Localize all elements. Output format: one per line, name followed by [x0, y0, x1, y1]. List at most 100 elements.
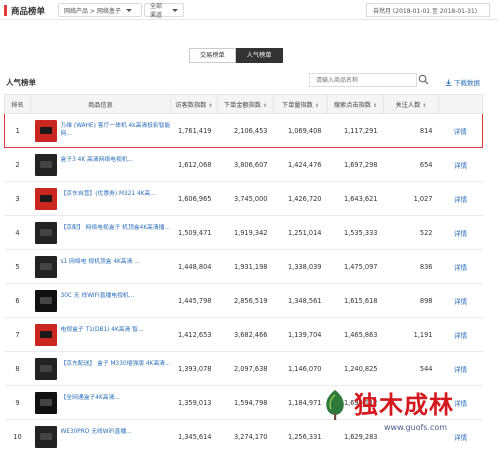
rank-cell: 4 — [4, 215, 31, 250]
product-thumbnail[interactable] — [34, 425, 57, 448]
product-name-link[interactable]: 30C 无 线WIFI直播电视机... — [61, 292, 135, 309]
details-link[interactable]: 详情 — [438, 283, 483, 318]
order-amount-cell: 3,806,607 — [217, 147, 274, 182]
order-count-cell: 1,348,561 — [273, 283, 328, 318]
sort-icon: ⬍ — [314, 102, 320, 109]
visitors-cell: 1,445,798 — [170, 283, 218, 318]
order-count-cell: 1,426,720 — [273, 181, 328, 216]
tree-logo-icon — [326, 390, 344, 420]
product-name-link[interactable]: WE30PRO 无线WiFi直播... — [61, 428, 132, 445]
product-search-input[interactable] — [309, 73, 417, 87]
rank-cell: 9 — [4, 385, 31, 420]
watermark-url: www.guofs.com — [384, 423, 448, 432]
product-cell: 【京配】 网络电视盒子 机顶盒4K高清播... — [30, 215, 171, 250]
column-header-order-amount-label: 下单金额指数 — [223, 101, 261, 109]
product-thumbnail[interactable] — [34, 119, 57, 142]
date-range-picker[interactable]: 自然月 (2018-01-01 至 2018-01-31) — [366, 3, 490, 17]
column-header-order-count[interactable]: 下单量指数 ⬍ — [273, 94, 328, 114]
product-name-link[interactable]: 万维 (WAHE) 客厅一体机 4k高清投影智能网... — [61, 122, 171, 139]
product-name-link[interactable]: 【京配】 网络电视盒子 机顶盒4K高清播... — [61, 224, 170, 241]
details-link[interactable]: 详情 — [438, 147, 483, 182]
table-row: 5 s1 网络电 视机顶盒 4K高清 ... 1,448,804 1,931,1… — [4, 249, 483, 284]
order-count-cell: 1,146,070 — [273, 351, 328, 386]
product-cell: 【全网通盒子4K高清... — [30, 385, 171, 420]
column-header-rank: 排名 — [4, 94, 31, 114]
product-cell: 电视盒子 T1(DB1) 4K高清 智... — [30, 317, 171, 352]
channel-select[interactable]: 全部渠道 — [144, 3, 184, 19]
visitors-cell: 1,761,419 — [170, 113, 218, 148]
sort-icon: ⬍ — [262, 102, 268, 109]
order-count-cell: 1,069,408 — [273, 113, 328, 148]
search-clicks-cell: 1,240,825 — [327, 351, 384, 386]
column-header-search-clicks[interactable]: 搜索点击指数 ⬍ — [327, 94, 384, 114]
product-thumbnail[interactable] — [34, 289, 57, 312]
rank-cell: 2 — [4, 147, 31, 182]
product-cell: 【京东自营】(优惠券) M321 4K高... — [30, 181, 171, 216]
order-count-cell: 1,424,476 — [273, 147, 328, 182]
product-thumbnail[interactable] — [34, 323, 57, 346]
download-data-link[interactable]: 下载数据 — [445, 77, 480, 87]
visitors-cell: 1,612,068 — [170, 147, 218, 182]
page-title: 商品榜单 — [11, 6, 46, 17]
sort-icon: ⬍ — [208, 102, 213, 109]
table-row: 3 【京东自营】(优惠券) M321 4K高... 1,606,965 3,74… — [4, 181, 483, 216]
rank-cell: 8 — [4, 351, 31, 386]
product-name-link[interactable]: 【全网通盒子4K高清... — [61, 394, 120, 411]
order-amount-cell: 2,097,638 — [217, 351, 274, 386]
product-thumbnail[interactable] — [34, 391, 57, 414]
product-name-link[interactable]: 电视盒子 T1(DB1) 4K高清 智... — [61, 326, 144, 343]
product-name-link[interactable]: 【京东自营】(优惠券) M321 4K高... — [61, 190, 156, 207]
order-amount-cell: 3,682,466 — [217, 317, 274, 352]
table-row: 6 30C 无 线WIFI直播电视机... 1,445,798 2,856,51… — [4, 283, 483, 318]
table-row: 4 【京配】 网络电视盒子 机顶盒4K高清播... 1,509,471 1,91… — [4, 215, 483, 250]
order-count-cell: 1,251,014 — [273, 215, 328, 250]
column-header-visitors[interactable]: 访客数指数 ⬍ — [170, 94, 218, 114]
rank-cell: 7 — [4, 317, 31, 352]
product-cell: 盒子3 4K 高清网络电视机... — [30, 147, 171, 182]
order-amount-cell: 2,856,519 — [217, 283, 274, 318]
order-amount-cell: 1,594,798 — [217, 385, 274, 420]
tab-popularity-ranking[interactable]: 人气榜单 — [235, 48, 283, 63]
column-header-order-amount[interactable]: 下单金额指数 ⬍ — [217, 94, 274, 114]
followers-cell: 1,191 — [383, 317, 439, 352]
details-link[interactable]: 详情 — [438, 181, 483, 216]
product-name-link[interactable]: 盒子3 4K 高清网络电视机... — [61, 156, 134, 173]
date-range-value: 自然月 (2018-01-01 至 2018-01-31) — [373, 7, 478, 15]
search-icon[interactable] — [418, 74, 429, 85]
product-cell: 万维 (WAHE) 客厅一体机 4k高清投影智能网... — [30, 113, 171, 148]
product-thumbnail[interactable] — [34, 255, 57, 278]
followers-cell: 522 — [383, 215, 439, 250]
order-amount-cell: 3,745,000 — [217, 181, 274, 216]
search-clicks-cell: 1,475,097 — [327, 249, 384, 284]
table-header-row: 排名 商品信息 访客数指数 ⬍ 下单金额指数 ⬍ 下单量指数 ⬍ 搜索点击指数 ⬍ 关注… — [4, 94, 483, 114]
download-data-label: 下载数据 — [454, 79, 480, 87]
details-link[interactable]: 详情 — [438, 113, 483, 148]
details-link[interactable]: 详情 — [438, 351, 483, 386]
tab-transaction-ranking[interactable]: 交易榜单 — [189, 48, 236, 63]
product-thumbnail[interactable] — [34, 187, 57, 210]
sort-icon: ⬍ — [422, 102, 427, 109]
product-thumbnail[interactable] — [34, 153, 57, 176]
product-thumbnail[interactable] — [34, 357, 57, 380]
visitors-cell: 1,345,614 — [170, 419, 218, 452]
product-name-link[interactable]: 【京东配送】 盒子 M330增强版 4K高清... — [61, 360, 171, 377]
order-amount-cell: 3,274,170 — [217, 419, 274, 452]
details-link[interactable]: 详情 — [438, 249, 483, 284]
search-clicks-cell: 1,643,621 — [327, 181, 384, 216]
category-select-value: 网络产品 > 网络盒子 — [64, 7, 121, 15]
details-link[interactable]: 详情 — [438, 215, 483, 250]
visitors-cell: 1,359,013 — [170, 385, 218, 420]
column-header-product: 商品信息 — [30, 94, 171, 114]
followers-cell: 654 — [383, 147, 439, 182]
followers-cell: 544 — [383, 351, 439, 386]
product-name-link[interactable]: s1 网络电 视机顶盒 4K高清 ... — [61, 258, 140, 275]
column-header-followers[interactable]: 关注人数 ⬍ — [383, 94, 439, 114]
category-select[interactable]: 网络产品 > 网络盒子 — [58, 3, 142, 17]
column-header-order-count-label: 下单量指数 — [281, 101, 313, 109]
visitors-cell: 1,509,471 — [170, 215, 218, 250]
details-link[interactable]: 详情 — [438, 317, 483, 352]
order-amount-cell: 2,106,453 — [217, 113, 274, 148]
followers-cell: 814 — [383, 113, 439, 148]
product-thumbnail[interactable] — [34, 221, 57, 244]
sort-icon: ⬍ — [372, 102, 378, 109]
